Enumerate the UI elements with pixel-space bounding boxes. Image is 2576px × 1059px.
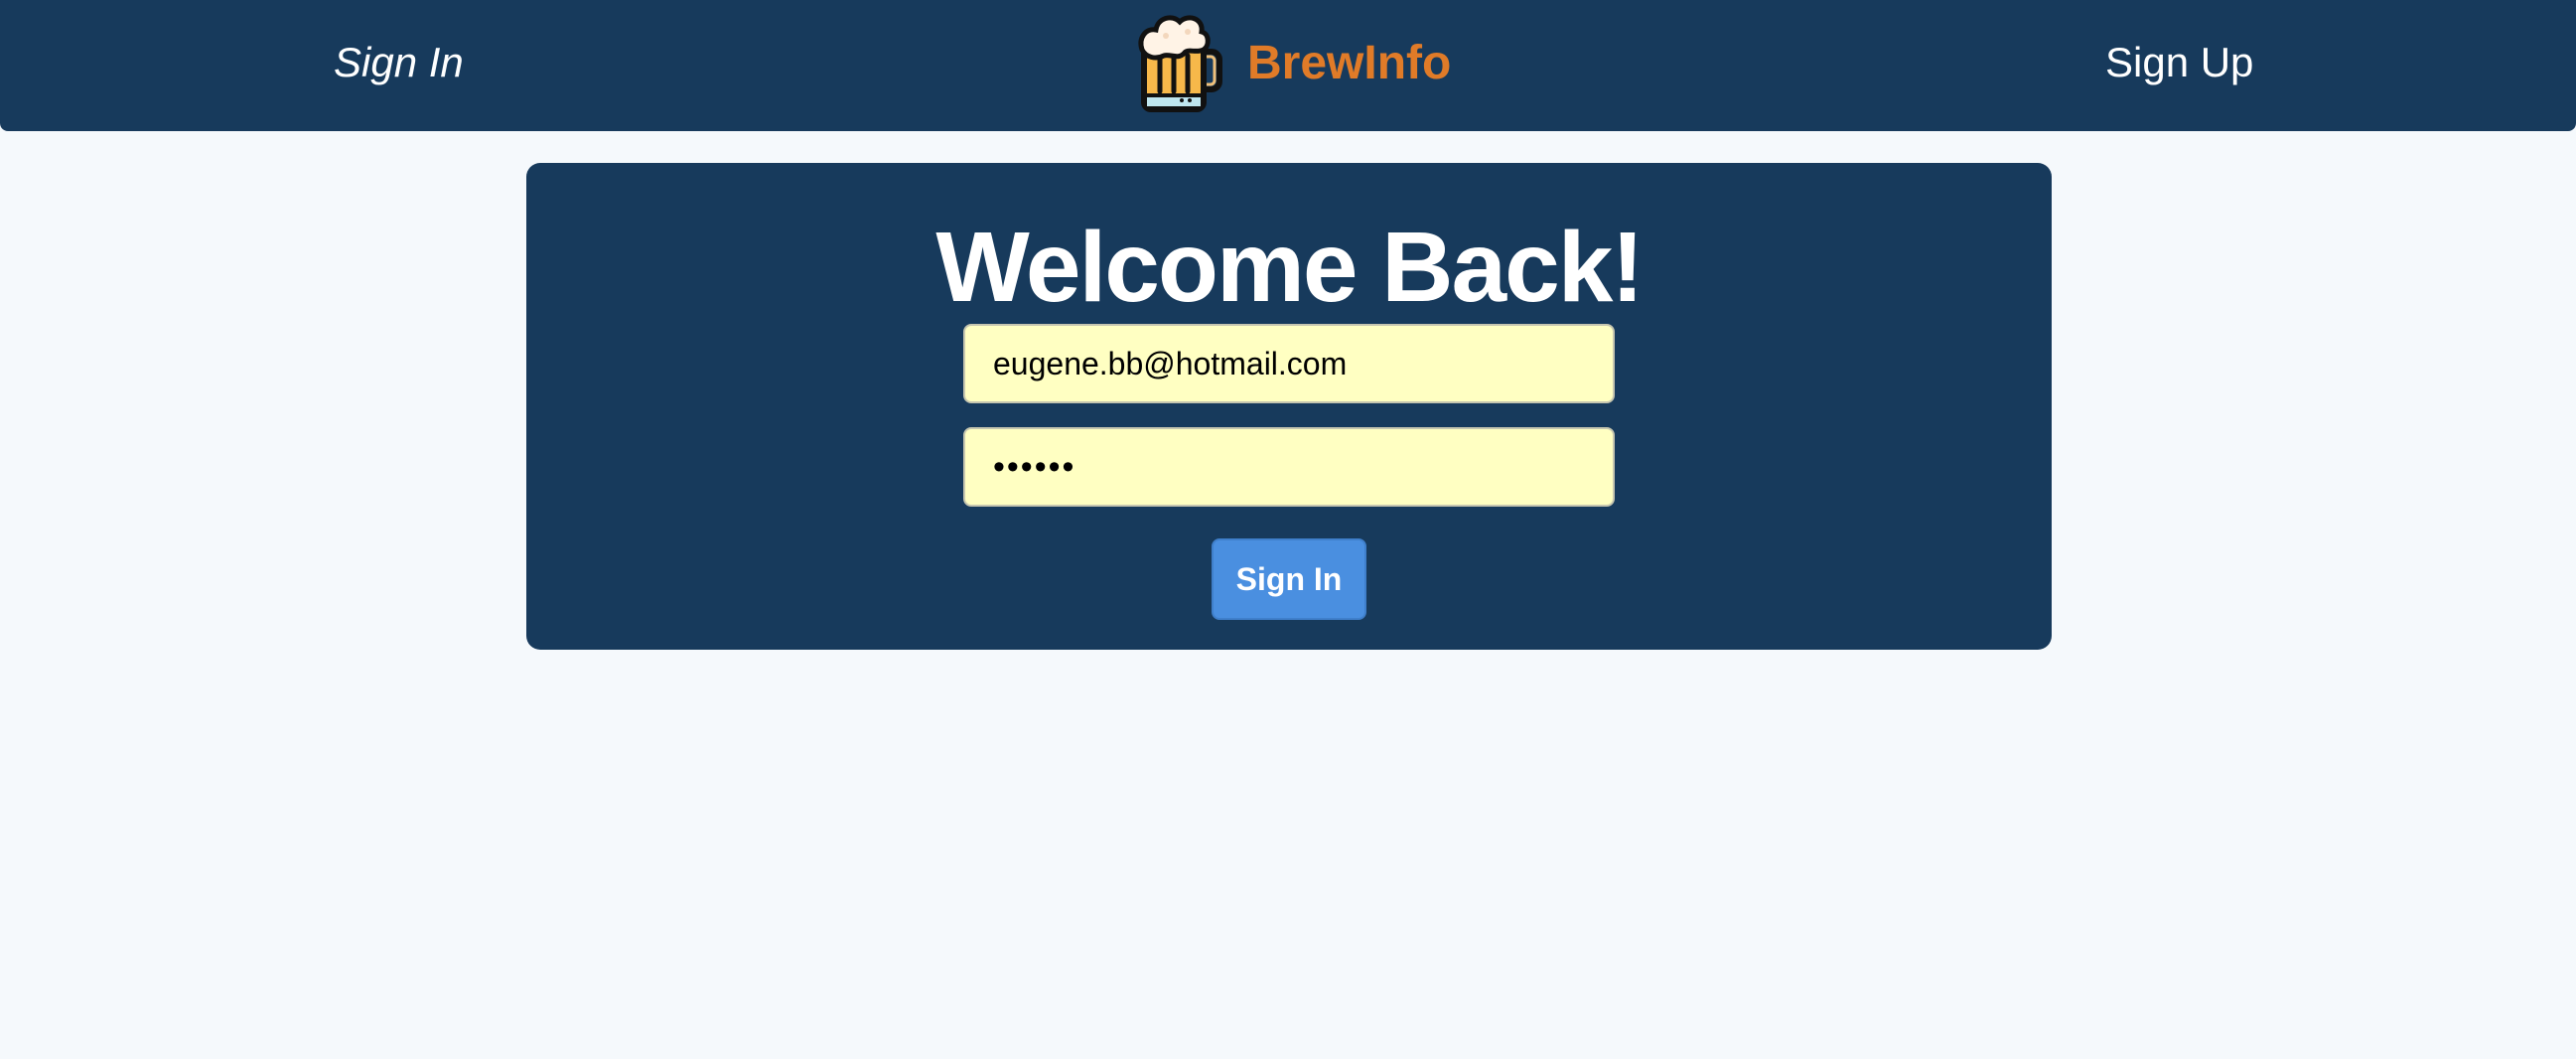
- beer-mug-icon: [1138, 15, 1222, 112]
- email-field[interactable]: [963, 324, 1615, 403]
- brand-home-link[interactable]: BrewInfo: [1136, 10, 1451, 115]
- password-field[interactable]: [963, 427, 1615, 507]
- login-card: Welcome Back! Sign In: [526, 163, 2052, 650]
- top-navbar: Sign In BrewInfo Sign Up: [0, 0, 2576, 131]
- nav-sign-up-link[interactable]: Sign Up: [2105, 0, 2253, 125]
- page-title: Welcome Back!: [935, 212, 1644, 323]
- nav-sign-in-link[interactable]: Sign In: [334, 0, 464, 125]
- brand-name: BrewInfo: [1247, 36, 1452, 89]
- sign-in-button[interactable]: Sign In: [1212, 538, 1366, 620]
